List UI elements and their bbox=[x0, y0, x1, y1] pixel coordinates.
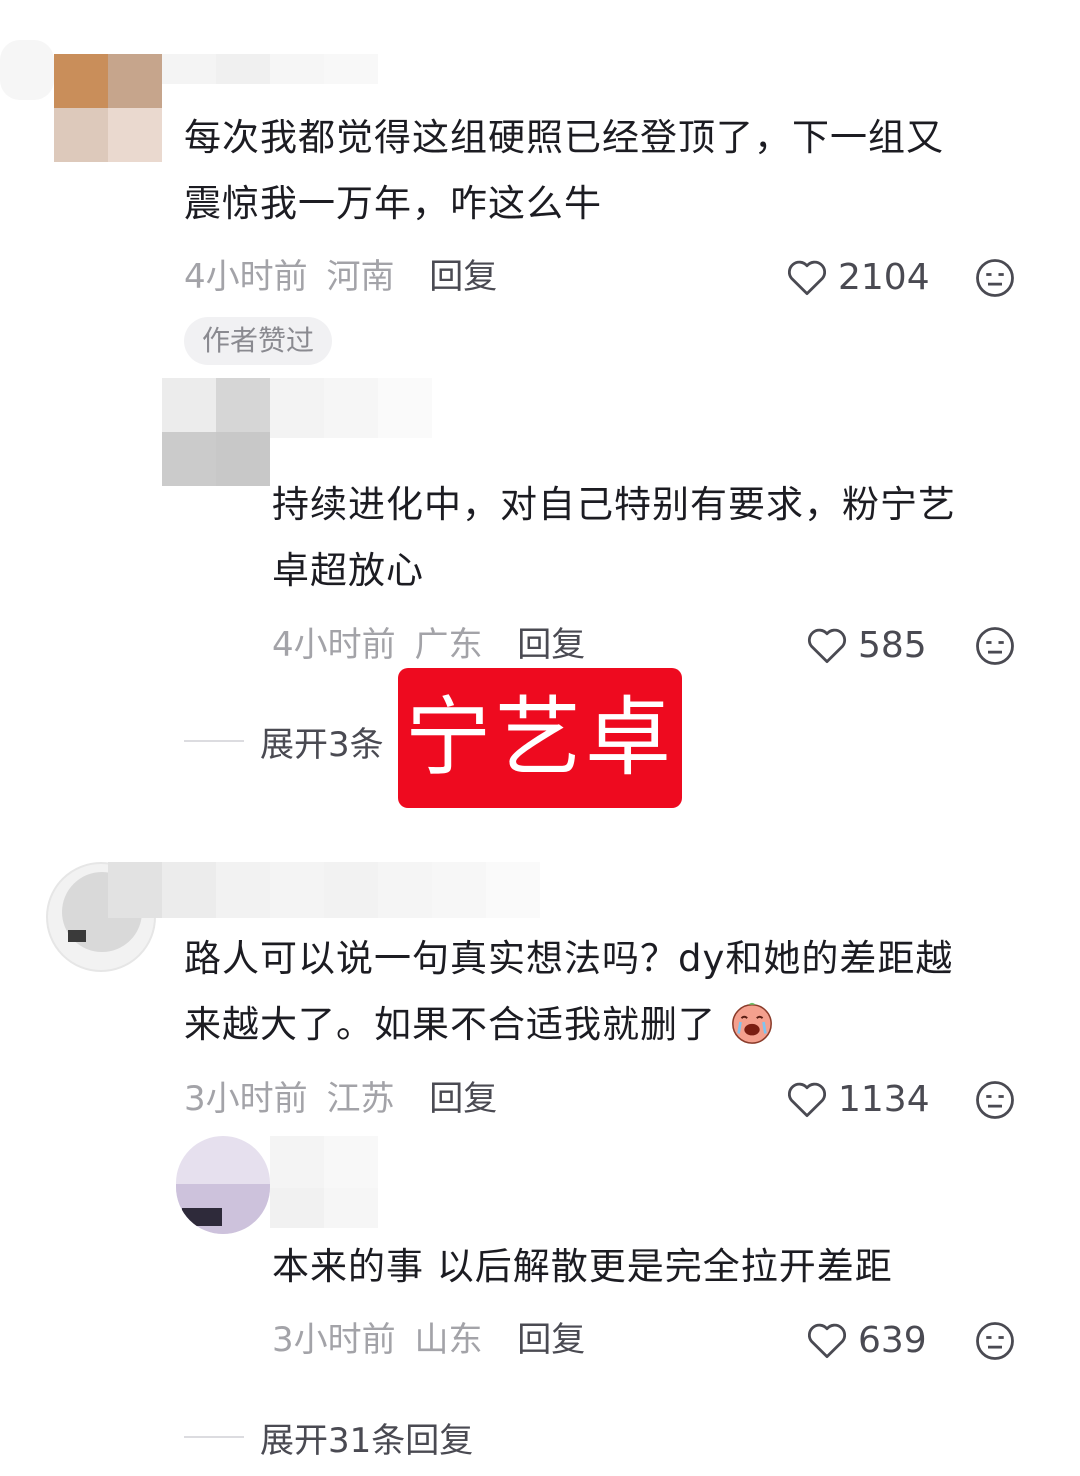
expand-replies-button[interactable]: 展开3条 bbox=[184, 718, 384, 765]
expand-replies-button[interactable]: 展开31条回复 bbox=[184, 1414, 474, 1461]
heart-outline-icon bbox=[788, 260, 826, 296]
like-button[interactable]: 585 bbox=[806, 622, 927, 668]
comment-location: 河南 bbox=[326, 257, 395, 297]
reply-text: 本来的事 以后解散更是完全拉开差距 bbox=[272, 1245, 893, 1288]
like-count: 639 bbox=[858, 1319, 927, 1361]
avatar[interactable] bbox=[54, 54, 162, 162]
like-button[interactable]: 1134 bbox=[786, 1076, 930, 1122]
reply-button[interactable]: 回复 bbox=[517, 1320, 585, 1360]
like-button[interactable]: 639 bbox=[806, 1317, 927, 1363]
username[interactable] bbox=[162, 54, 378, 84]
reply-time: 4小时前 bbox=[272, 625, 396, 665]
dislike-face-icon[interactable] bbox=[974, 625, 1016, 667]
crying-face-emoji bbox=[731, 1002, 772, 1044]
comment-time: 4小时前 bbox=[184, 257, 308, 297]
avatar-blur bbox=[0, 40, 54, 100]
comment-meta: 4小时前 河南 回复 bbox=[184, 254, 497, 300]
expand-replies-label: 展开3条 bbox=[260, 724, 384, 765]
like-count: 2104 bbox=[838, 256, 930, 298]
name-watermark: 宁艺卓 bbox=[398, 668, 682, 808]
like-count: 1134 bbox=[838, 1078, 930, 1120]
divider bbox=[184, 1436, 244, 1438]
reply-button[interactable]: 回复 bbox=[429, 1079, 497, 1119]
author-liked-badge: 作者赞过 bbox=[184, 317, 333, 365]
dislike-face-icon[interactable] bbox=[974, 257, 1016, 299]
dislike-face-icon[interactable] bbox=[974, 1320, 1016, 1362]
dislike-face-icon[interactable] bbox=[974, 1079, 1016, 1121]
reply-avatar[interactable] bbox=[162, 378, 270, 486]
reply-time: 3小时前 bbox=[272, 1320, 396, 1360]
reply-username[interactable] bbox=[270, 378, 432, 438]
comment-time: 3小时前 bbox=[184, 1079, 308, 1119]
heart-outline-icon bbox=[808, 628, 846, 664]
comment-text: 路人可以说一句真实想法吗？dy和她的差距越 来越大了。如果不合适我就删了 bbox=[184, 937, 954, 1046]
divider bbox=[184, 740, 244, 742]
heart-outline-icon bbox=[788, 1082, 826, 1118]
expand-replies-label: 展开31条回复 bbox=[260, 1420, 474, 1461]
reply-location: 山东 bbox=[414, 1320, 483, 1360]
reply-location: 广东 bbox=[414, 625, 483, 665]
comment-text: 每次我都觉得这组硬照已经登顶了，下一组又 震惊我一万年，咋这么牛 bbox=[184, 116, 944, 225]
like-button[interactable]: 2104 bbox=[786, 254, 930, 300]
reply-avatar[interactable] bbox=[176, 1136, 270, 1234]
reply-username[interactable] bbox=[270, 1136, 378, 1228]
reply-meta: 3小时前 山东 回复 bbox=[272, 1317, 585, 1363]
like-count: 585 bbox=[858, 624, 927, 666]
comment-location: 江苏 bbox=[326, 1079, 395, 1119]
heart-outline-icon bbox=[808, 1323, 846, 1359]
comment-meta: 3小时前 江苏 回复 bbox=[184, 1076, 497, 1122]
reply-text: 持续进化中，对自己特别有要求，粉宁艺 卓超放心 bbox=[272, 483, 956, 592]
reply-meta: 4小时前 广东 回复 bbox=[272, 622, 585, 668]
username[interactable] bbox=[108, 862, 540, 918]
reply-button[interactable]: 回复 bbox=[517, 625, 585, 665]
reply-button[interactable]: 回复 bbox=[429, 257, 497, 297]
